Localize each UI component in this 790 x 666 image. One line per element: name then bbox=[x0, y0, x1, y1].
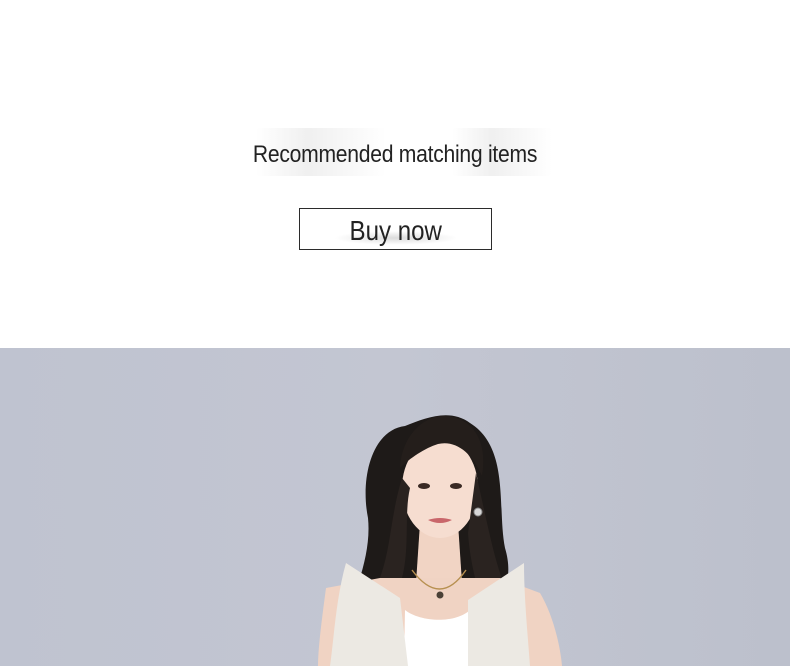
product-photo[interactable] bbox=[0, 348, 790, 666]
model-portrait-icon bbox=[318, 415, 562, 666]
section-heading: Recommended matching items bbox=[252, 141, 538, 168]
buy-now-button[interactable]: Buy now bbox=[299, 208, 492, 250]
recommendation-header: Recommended matching items Buy now bbox=[0, 0, 790, 348]
buy-now-label: Buy now bbox=[349, 215, 442, 246]
